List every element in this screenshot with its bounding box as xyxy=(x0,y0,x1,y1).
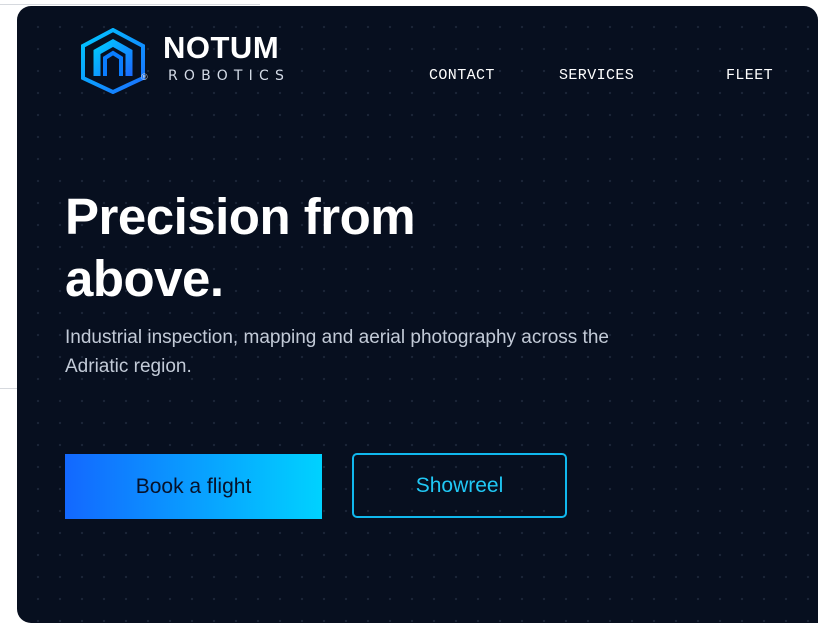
brand-tagline: ROBOTICS xyxy=(168,68,291,84)
hero-card: ® NOTUM ROBOTICS CONTACT SERVICES FLEET … xyxy=(17,6,818,623)
hero-headline: Precision from above. xyxy=(65,188,416,307)
nav-link-fleet[interactable]: FLEET xyxy=(726,67,773,84)
nav-link-services[interactable]: SERVICES xyxy=(559,67,634,84)
brand-name: NOTUM xyxy=(163,30,280,65)
hero-description: Industrial inspection, mapping and aeria… xyxy=(65,327,609,377)
nav-link-contact[interactable]: CONTACT xyxy=(429,67,495,84)
showreel-button[interactable]: Showreel xyxy=(352,453,567,518)
brand-logo[interactable]: ® NOTUM ROBOTICS xyxy=(77,28,317,94)
background-divider-top xyxy=(0,4,260,5)
registered-mark: ® xyxy=(141,72,148,82)
notum-hexagon-logo-icon xyxy=(81,28,145,94)
book-a-flight-button[interactable]: Book a flight xyxy=(65,454,322,519)
